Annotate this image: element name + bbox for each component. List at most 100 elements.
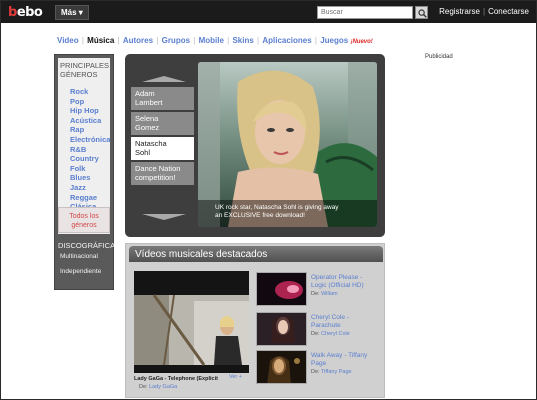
nav-skins[interactable]: Skins [232,36,253,45]
divider: | [312,36,320,45]
ad-label: Publicidad [425,54,453,60]
genre-link-rock[interactable]: Rock [70,87,110,97]
divider: | [154,36,161,45]
category-nav: Video | Música | Autores | Grupos | Mobi… [57,36,373,45]
video-title-line2: Logic (Official HD) [311,282,364,289]
mas-label: Más [61,8,77,17]
main-video-thumbnail [134,271,249,373]
video-byline-2: De: Cheryl Cole [311,331,350,337]
main-video-player[interactable] [134,271,249,373]
byline-label: De: [311,331,320,337]
genre-link-electronica[interactable]: Electrónica [70,135,110,145]
label-link-multinacional[interactable]: Multinacional [60,253,98,260]
featured-carousel: Adam Lambert Selena Gomez Natascha Sohl … [125,54,385,237]
video-title-line2: Parachute [311,322,341,329]
all-genres-line2: géneros [71,222,97,229]
video-thumb-tiffany-page[interactable] [256,350,307,384]
video-title-operator-please[interactable]: Operator Please - Logic (Official HD) [311,274,381,290]
hero-caption-line1: UK rock star, Natascha Sohl is giving aw… [215,204,339,211]
video-thumbnail-3 [257,351,306,383]
genre-link-reggae[interactable]: Reggae [70,193,110,203]
carousel-item-dance-nation[interactable]: Dance Nation competition! [131,162,194,185]
label-link-independiente[interactable]: Independiente [60,268,101,275]
video-thumbnail-1 [257,273,306,305]
login-link[interactable]: Conectarse [485,7,532,16]
byline-label: De: [311,291,320,297]
genre-link-rnb[interactable]: R&B [70,145,110,155]
hero-image[interactable] [198,62,377,227]
nav-mobile[interactable]: Mobile [199,36,224,45]
genre-link-country[interactable]: Country [70,154,110,164]
nav-video[interactable]: Video [57,36,79,45]
carousel-down-arrow-icon[interactable] [142,214,186,220]
logo-text-rest: ebo [16,5,43,20]
featured-videos-header: Vídeos musicales destacados [129,246,383,262]
carousel-item-natascha-sohl[interactable]: Natascha Sohl [131,137,194,160]
divider: | [79,36,87,45]
bebo-logo[interactable]: bebo [8,5,43,20]
nav-aplicaciones[interactable]: Aplicaciones [262,36,311,45]
genre-link-folk[interactable]: Folk [70,164,110,174]
genre-link-acustica[interactable]: Acústica [70,116,110,126]
label-heading: DISCOGRÁFICA [58,241,116,250]
byline-label: De: [311,369,320,375]
video-title-tiffany-page[interactable]: Walk Away - Tiffany Page [311,352,381,368]
hero-photo [198,62,377,227]
nav-musica[interactable]: Música [87,36,114,45]
video-title-line1: Walk Away - Tiffany [311,352,368,359]
carousel-up-arrow-icon[interactable] [142,76,186,82]
all-genres-line1: Todos los [69,213,99,220]
genre-link-rap[interactable]: Rap [70,125,110,135]
genre-sidebar: PRINCIPALES GÉNEROS Rock Pop Hip Hop Acú… [54,54,116,290]
main-video-artist-link[interactable]: Lady GaGa [149,384,177,390]
main-video-title-text: Lady GaGa - Telephone (Explicit [134,376,218,382]
video-title-line1: Operator Please - [311,274,363,281]
carousel-item-line2: Gomez [135,122,160,132]
video-title-line2: Page [311,360,327,367]
video-artist-link[interactable]: Cheryl Cole [321,331,350,337]
all-genres-button[interactable]: Todos los géneros [58,207,110,233]
genre-link-jazz[interactable]: Jazz [70,183,110,193]
video-artist-link[interactable]: Willam [321,291,338,297]
top-bar: bebo Más ▾ Registrarse|Conectarse [1,1,536,23]
carousel-item-line2: competition! [135,172,176,182]
hero-caption[interactable]: UK rock star, Natascha Sohl is giving aw… [215,204,380,220]
main-video-title[interactable]: Lady GaGa - Telephone (Explicit Ver + [134,374,254,382]
video-thumb-cheryl-cole[interactable] [256,312,307,346]
video-artist-link[interactable]: Tiffany Page [321,369,352,375]
carousel-item-line2: Sohl [135,147,151,157]
new-badge: ¡Nuevo! [350,39,373,45]
featured-videos-panel: Vídeos musicales destacados Lady GaGa - … [125,243,385,398]
nav-autores[interactable]: Autores [123,36,153,45]
genre-heading: PRINCIPALES GÉNEROS [60,61,109,79]
search-icon [418,9,427,18]
video-byline-1: De: Willam [311,291,338,297]
video-title-cheryl-cole[interactable]: Cheryl Cole - Parachute [311,314,381,330]
genre-link-hip-hop[interactable]: Hip Hop [70,106,110,116]
search-input[interactable] [317,6,413,19]
nav-grupos[interactable]: Grupos [162,36,190,45]
account-links: Registrarse | Conectarse [436,7,532,16]
mas-menu-button[interactable]: Más ▾ [55,5,89,20]
main-video-more-link[interactable]: Ver + [229,374,242,380]
featured-videos-title: Vídeos musicales destacados [135,249,268,260]
byline-label: De: [139,384,148,390]
divider: | [115,36,122,45]
search-button[interactable] [415,6,428,19]
video-thumb-operator-please[interactable] [256,272,307,306]
video-byline-3: De: Tiffany Page [311,369,352,375]
genre-heading-line1: PRINCIPALES [60,61,110,70]
video-title-line1: Cheryl Cole - [311,314,349,321]
carousel-item-adam-lambert[interactable]: Adam Lambert [131,87,194,110]
genre-link-pop[interactable]: Pop [70,97,110,107]
register-link[interactable]: Registrarse [436,7,483,16]
genre-link-blues[interactable]: Blues [70,173,110,183]
genre-list: Rock Pop Hip Hop Acústica Rap Electrónic… [70,87,110,212]
carousel-item-selena-gomez[interactable]: Selena Gomez [131,112,194,135]
carousel-item-line2: Lambert [135,97,163,107]
genre-heading-line2: GÉNEROS [60,70,98,79]
main-video-byline: De: Lady GaGa [139,384,177,390]
divider: | [191,36,198,45]
hero-caption-line2: an EXCLUSIVE free download! [215,212,305,219]
nav-juegos[interactable]: Juegos [320,36,348,45]
